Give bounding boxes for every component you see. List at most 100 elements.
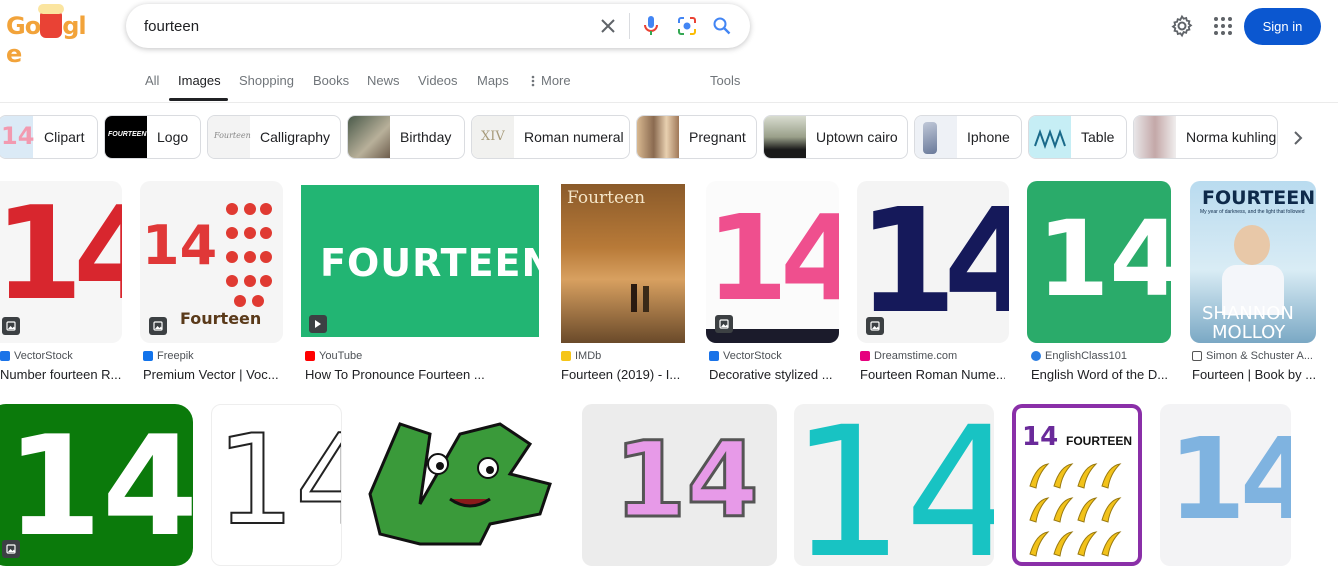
tab-maps[interactable]: Maps	[477, 73, 509, 88]
tools-button[interactable]: Tools	[710, 73, 740, 88]
tab-more-label: More	[541, 73, 571, 88]
tab-news[interactable]: News	[367, 73, 400, 88]
search-tabs: All Images Shopping Books News Videos Ma…	[0, 62, 1338, 102]
result-source[interactable]: EnglishClass101	[1031, 350, 1127, 362]
result-image[interactable]: 14	[1027, 181, 1171, 343]
result-title[interactable]: Number fourteen R...	[0, 367, 122, 382]
result-title[interactable]: Premium Vector | Voc...	[143, 367, 283, 382]
chip-thumb-num: 14	[1, 122, 35, 150]
banana-card-number: 14	[1022, 422, 1059, 452]
search-divider	[629, 13, 630, 39]
result-title[interactable]: How To Pronounce Fourteen ...	[305, 367, 490, 382]
book-author-first: SHANNON	[1202, 303, 1294, 324]
chip-pregnant[interactable]: Pregnant	[636, 115, 757, 159]
image-badge-icon	[2, 540, 20, 558]
result-source[interactable]: YouTube	[305, 350, 362, 362]
result-image[interactable]: FOURTEEN	[301, 185, 539, 337]
banana-card-title: FOURTEEN	[1066, 434, 1132, 448]
result-title[interactable]: Fourteen (2019) - I...	[561, 367, 685, 382]
chip-thumbnail	[348, 116, 390, 158]
result-image[interactable]: 14	[857, 181, 1009, 343]
fourteen-caption: Fourteen	[180, 309, 262, 328]
chevron-right-icon[interactable]	[1286, 126, 1310, 150]
tab-videos[interactable]: Videos	[418, 73, 458, 88]
chip-norma-kuhling[interactable]: Norma kuhling	[1133, 115, 1278, 159]
movie-poster-title: Fourteen	[567, 188, 646, 208]
tab-shopping[interactable]: Shopping	[239, 73, 294, 88]
sign-in-button[interactable]: Sign in	[1244, 8, 1321, 45]
google-apps-icon[interactable]	[1211, 14, 1235, 38]
image-badge-icon	[715, 315, 733, 333]
voice-search-icon[interactable]	[639, 14, 663, 38]
result-image[interactable]: 14	[706, 181, 839, 343]
result-source[interactable]: VectorStock	[709, 350, 782, 362]
chip-label: Table	[1081, 129, 1115, 145]
result-title[interactable]: Fourteen Roman Nume...	[860, 367, 1005, 382]
result-image[interactable]: 14	[1160, 404, 1291, 566]
chip-table[interactable]: Table	[1028, 115, 1127, 159]
result-image[interactable]	[360, 404, 564, 566]
result-image[interactable]: 14	[582, 404, 777, 566]
result-image[interactable]: 14 Fourteen	[140, 181, 283, 343]
result-source[interactable]: Dreamstime.com	[860, 350, 957, 362]
result-source-label: Freepik	[157, 350, 194, 362]
tab-books[interactable]: Books	[313, 73, 349, 88]
tab-more[interactable]: More	[531, 73, 571, 88]
result-source[interactable]: Simon & Schuster A...	[1192, 350, 1313, 362]
fourteen-banner-text: FOURTEEN	[320, 241, 539, 285]
result-title[interactable]: English Word of the D...	[1031, 367, 1171, 382]
lilac-number-14: 14	[613, 419, 761, 541]
chip-label: Norma kuhling	[1186, 129, 1277, 145]
settings-gear-icon[interactable]	[1170, 14, 1194, 38]
result-source-label: VectorStock	[14, 350, 73, 362]
chip-birthday[interactable]: Birthday	[347, 115, 465, 159]
result-image[interactable]: 14 FOURTEEN	[1012, 404, 1142, 566]
result-source-label: Dreamstime.com	[874, 350, 958, 362]
chip-roman-numeral[interactable]: XIV Roman numeral	[471, 115, 630, 159]
image-badge-icon	[2, 317, 20, 335]
video-play-icon	[309, 315, 327, 333]
result-image[interactable]: FOURTEEN My year of darkness, and the li…	[1190, 181, 1316, 343]
result-image[interactable]: 14	[794, 404, 994, 566]
chip-calligraphy[interactable]: Fourteen Calligraphy	[207, 115, 341, 159]
result-title[interactable]: Fourteen | Book by ...	[1192, 367, 1317, 382]
result-source-label: YouTube	[319, 350, 363, 362]
vectorstock-favicon	[709, 351, 719, 361]
chip-logo[interactable]: FOURTEEN Logo	[104, 115, 201, 159]
tab-images[interactable]: Images	[178, 73, 221, 88]
chip-clipart[interactable]: 14 Clipart	[0, 115, 98, 159]
result-image[interactable]: Fourteen	[561, 184, 685, 343]
clear-icon[interactable]	[596, 14, 620, 38]
chip-label: Iphone	[967, 129, 1010, 145]
result-image[interactable]: 14	[0, 404, 193, 566]
google-doodle-logo[interactable]: Go gle	[6, 4, 96, 68]
result-image[interactable]: 14	[0, 181, 122, 343]
result-title[interactable]: Decorative stylized ...	[709, 367, 839, 382]
chip-label: Pregnant	[689, 129, 746, 145]
blue-number-14: 14	[1168, 415, 1291, 545]
chip-thumbnail: FOURTEEN	[105, 116, 147, 158]
chip-thumbnail	[764, 116, 806, 158]
result-source-label: VectorStock	[723, 350, 782, 362]
result-source[interactable]: IMDb	[561, 350, 601, 362]
cartoon-fourteen-character	[368, 422, 552, 546]
chip-thumbnail: 14	[0, 116, 35, 158]
simon-schuster-favicon	[1192, 351, 1202, 361]
logo-letter: l	[78, 12, 86, 40]
chip-label: Birthday	[400, 129, 452, 145]
header: Gogle Sign in	[0, 0, 1338, 68]
result-source[interactable]: VectorStock	[0, 350, 73, 362]
search-icon[interactable]	[710, 14, 734, 38]
tab-all[interactable]: All	[145, 73, 159, 88]
chip-thumbnail	[915, 116, 957, 158]
result-image[interactable]: 14	[211, 404, 342, 566]
cherry-number-14: 14	[142, 214, 218, 277]
chip-label: Logo	[157, 129, 189, 145]
lens-icon[interactable]	[675, 14, 699, 38]
search-input[interactable]	[144, 14, 584, 38]
chip-uptown-cairo[interactable]: Uptown cairo	[763, 115, 908, 159]
chip-thumbnail	[1134, 116, 1176, 158]
result-source[interactable]: Freepik	[143, 350, 194, 362]
chip-iphone[interactable]: Iphone	[914, 115, 1022, 159]
white-number-14: 14	[6, 406, 193, 566]
